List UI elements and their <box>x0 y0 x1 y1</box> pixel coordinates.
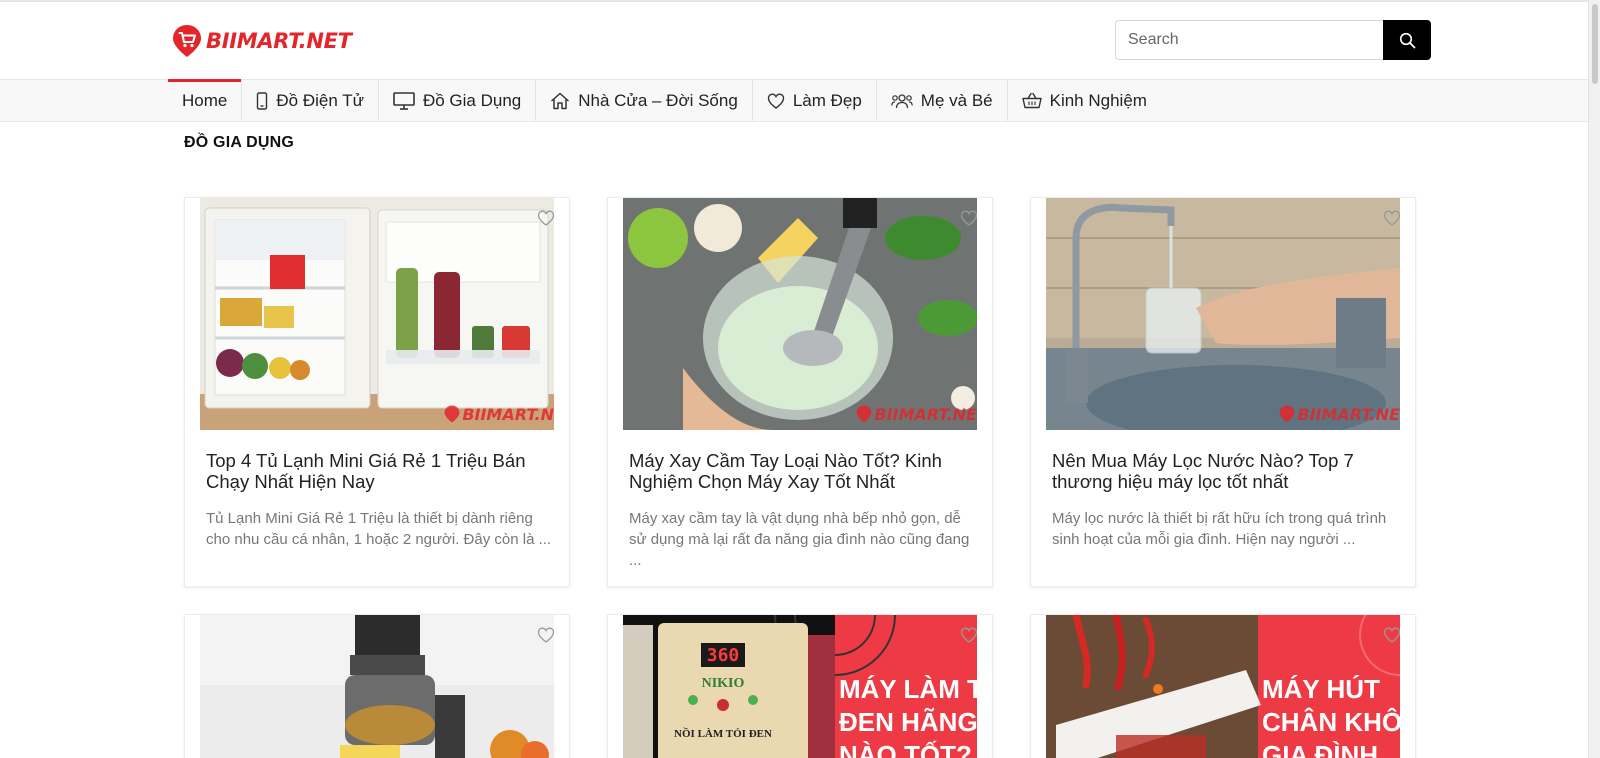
home-icon <box>551 92 570 109</box>
watermark-logo: BIIMART.N <box>444 404 554 424</box>
post-card[interactable]: BIIMART.N Top 4 Tủ Lạnh Mini Giá Rẻ 1 Tr… <box>184 197 570 587</box>
wishlist-heart-icon[interactable] <box>960 627 978 643</box>
promo-headline: MÁY HÚT CHÂN KHÔN GIA ĐÌNH <box>1262 673 1400 758</box>
wishlist-heart-icon[interactable] <box>960 210 978 226</box>
post-excerpt: Máy lọc nước là thiết bị rất hữu ích tro… <box>1052 510 1387 548</box>
wishlist-heart-icon[interactable] <box>537 210 555 226</box>
post-title[interactable]: Top 4 Tủ Lạnh Mini Giá Rẻ 1 Triệu Bán Ch… <box>206 450 551 492</box>
post-excerpt: Tủ Lạnh Mini Giá Rẻ 1 Triệu là thiết bị … <box>206 510 552 548</box>
promo-line: GIA ĐÌNH <box>1262 740 1379 758</box>
users-icon <box>890 93 913 108</box>
nav-item-lam-dep[interactable]: Làm Đẹp <box>753 80 877 121</box>
search-input[interactable] <box>1115 20 1383 60</box>
cooker-brand: NIKIO <box>702 676 745 691</box>
nav-item-me-va-be[interactable]: Mẹ và Bé <box>877 80 1008 121</box>
page-scrollbar[interactable] <box>1588 0 1600 758</box>
nav-item-do-gia-dung[interactable]: Đồ Gia Dụng <box>379 80 537 121</box>
post-card[interactable]: BIIMART.NE Nên Mua Máy Lọc Nước Nào? Top… <box>1030 197 1416 587</box>
nav-label: Làm Đẹp <box>792 90 862 110</box>
cart-pin-icon <box>856 405 872 423</box>
monitor-icon <box>393 91 415 110</box>
wishlist-heart-icon[interactable] <box>1383 627 1401 643</box>
promo-line: MÁY LÀM TỎ <box>839 674 977 704</box>
cooker-label: NỒI LÀM TỎI ĐEN <box>674 727 772 740</box>
scrollbar-thumb[interactable] <box>1592 4 1598 84</box>
post-thumbnail[interactable] <box>200 615 554 758</box>
post-thumbnail[interactable]: 360 NIKIO NỒI LÀM TỎI ĐEN MÁY LÀM TỎ ĐEN… <box>623 615 977 758</box>
post-thumbnail[interactable]: BIIMART.N <box>200 198 554 430</box>
cart-pin-icon <box>444 405 460 423</box>
promo-headline: MÁY LÀM TỎ ĐEN HÃNG NÀO TỐT? <box>839 673 977 758</box>
nav-item-nha-cua-doi-song[interactable]: Nhà Cửa – Đời Sống <box>536 80 753 121</box>
cart-pin-icon <box>173 25 201 57</box>
search-form <box>1115 20 1431 60</box>
wishlist-heart-icon[interactable] <box>1383 210 1401 226</box>
post-card[interactable] <box>184 614 570 758</box>
promo-line: MÁY HÚT <box>1262 674 1380 704</box>
promo-line: ĐEN HÃNG <box>839 707 977 737</box>
watermark-logo: BIIMART.NE <box>856 404 977 424</box>
main-nav: Home Đồ Điện Tử Đồ Gia Dụng Nhà Cửa – Đờ… <box>168 79 1161 121</box>
search-icon <box>1399 32 1415 48</box>
cart-pin-icon <box>1279 405 1295 423</box>
post-card[interactable]: BIIMART.NE Máy Xay Cầm Tay Loại Nào Tốt?… <box>607 197 993 587</box>
site-logo[interactable]: BIIMART.NET <box>172 24 352 58</box>
post-title[interactable]: Máy Xay Cầm Tay Loại Nào Tốt? Kinh Nghiệ… <box>629 450 974 492</box>
post-thumbnail[interactable]: BIIMART.NE <box>1046 198 1400 430</box>
nav-label: Đồ Gia Dụng <box>422 90 522 110</box>
wishlist-heart-icon[interactable] <box>537 627 555 643</box>
post-thumbnail[interactable]: MÁY HÚT CHÂN KHÔN GIA ĐÌNH <box>1046 615 1400 758</box>
display-digits: 360 <box>707 645 740 666</box>
mobile-phone-icon <box>257 91 268 110</box>
nav-label: Đồ Điện Tử <box>276 90 364 110</box>
nav-label: Kinh Nghiệm <box>1049 90 1147 110</box>
nav-item-home[interactable]: Home <box>168 79 243 121</box>
post-excerpt: Máy xay cầm tay là vật dụng nhà bếp nhỏ … <box>629 510 970 569</box>
top-border <box>0 0 1600 2</box>
nav-item-do-dien-tu[interactable]: Đồ Điện Tử <box>242 80 379 121</box>
promo-line: NÀO TỐT? <box>839 740 972 758</box>
post-thumbnail[interactable]: BIIMART.NE <box>623 198 977 430</box>
search-button[interactable] <box>1383 20 1431 60</box>
watermark-text: BIIMART.NE <box>874 404 977 424</box>
heart-icon <box>767 92 785 109</box>
nav-label: Home <box>182 90 228 110</box>
category-title: ĐỒ GIA DỤNG <box>184 134 295 151</box>
basket-icon <box>1021 92 1042 109</box>
promo-line: CHÂN KHÔN <box>1262 707 1400 737</box>
post-title[interactable]: Nên Mua Máy Lọc Nước Nào? Top 7 thương h… <box>1052 450 1397 492</box>
post-card[interactable]: MÁY HÚT CHÂN KHÔN GIA ĐÌNH <box>1030 614 1416 758</box>
logo-text: BIIMART.NET <box>206 29 352 53</box>
watermark-text: BIIMART.NE <box>1297 404 1400 424</box>
post-card[interactable]: 360 NIKIO NỒI LÀM TỎI ĐEN MÁY LÀM TỎ ĐEN… <box>607 614 993 758</box>
nav-label: Mẹ và Bé <box>920 90 993 110</box>
main-navbar: Home Đồ Điện Tử Đồ Gia Dụng Nhà Cửa – Đờ… <box>0 79 1588 122</box>
watermark-logo: BIIMART.NE <box>1279 404 1400 424</box>
nav-item-kinh-nghiem[interactable]: Kinh Nghiệm <box>1008 80 1161 121</box>
nav-label: Nhà Cửa – Đời Sống <box>578 90 738 110</box>
watermark-text: BIIMART.N <box>462 404 554 424</box>
